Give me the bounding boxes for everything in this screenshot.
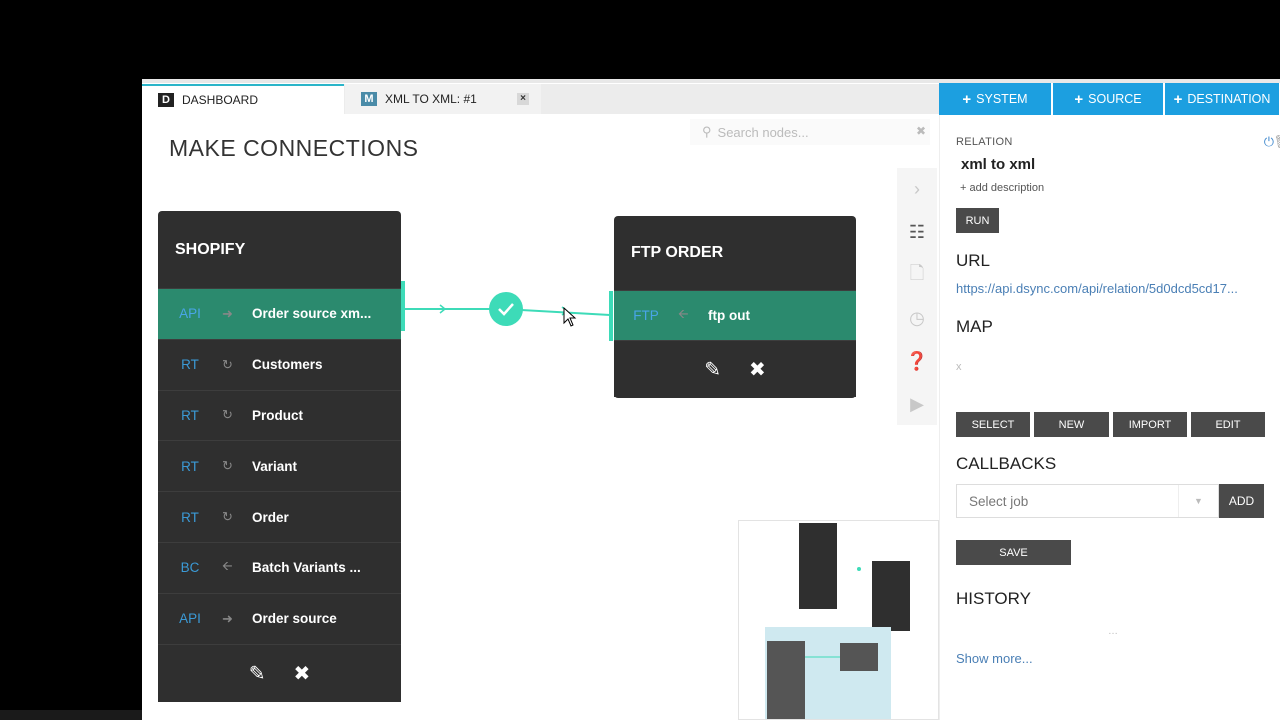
- node-footer: ✎ ✖: [614, 340, 856, 397]
- callbacks-heading: CALLBACKS: [956, 454, 1057, 473]
- node-row[interactable]: API ➜ Order source xm...: [158, 281, 405, 339]
- page-title: MAKE CONNECTIONS: [169, 135, 419, 161]
- connector-handle[interactable]: [609, 291, 613, 341]
- history-heading: HISTORY: [956, 589, 1031, 608]
- chevron-right-icon[interactable]: ›: [897, 168, 937, 211]
- node-row[interactable]: RT ↻ Variant: [158, 440, 401, 491]
- connection-line[interactable]: [400, 284, 614, 334]
- node-row[interactable]: FTP 🡨 ftp out: [609, 290, 856, 341]
- relation-panel: RELATION ⏻ 🗑 xml to xml + add descriptio…: [939, 115, 1280, 720]
- close-tab-icon[interactable]: ×: [517, 93, 529, 105]
- node-footer: ✎ ✖: [158, 643, 401, 702]
- map-value: x: [956, 361, 962, 373]
- connection-status-icon: [489, 292, 523, 326]
- plus-icon: +: [962, 90, 972, 108]
- relation-url[interactable]: https://api.dsync.com/api/relation/5d0dc…: [956, 281, 1238, 296]
- pencil-icon[interactable]: ✎: [249, 661, 266, 686]
- document-icon[interactable]: 🗋: [897, 254, 937, 297]
- trash-icon[interactable]: 🗑: [1273, 134, 1280, 150]
- bottom-bar: [0, 710, 142, 720]
- tab-label: XML TO XML: #1: [385, 92, 477, 106]
- add-description-link[interactable]: + add description: [960, 182, 1044, 194]
- app-window: D DASHBOARD M XML TO XML: #1 × + SYSTEM +…: [142, 79, 1280, 720]
- ftp-order-node[interactable]: FTP ORDER FTP 🡨 ftp out ✎ ✖: [609, 216, 856, 398]
- arrow-left-icon: 🡨: [222, 557, 233, 573]
- connector-handle[interactable]: [401, 281, 405, 331]
- clear-search-icon[interactable]: ✖: [916, 124, 926, 138]
- map-select-button[interactable]: SELECT: [956, 412, 1030, 437]
- tab-dashboard[interactable]: D DASHBOARD: [142, 84, 344, 114]
- close-icon[interactable]: ✖: [749, 357, 766, 382]
- node-row[interactable]: RT ↻ Order: [158, 491, 401, 542]
- add-callback-button[interactable]: ADD: [1219, 484, 1264, 518]
- loading-spinner-icon: …: [1108, 626, 1118, 637]
- play-icon[interactable]: ▶: [897, 383, 937, 426]
- search-nodes-input[interactable]: ⚲ Search nodes... ✖: [690, 119, 930, 145]
- arrow-right-icon: ➜: [222, 305, 233, 321]
- mapping-tab-icon: M: [361, 92, 377, 106]
- refresh-icon: ↻: [222, 356, 233, 372]
- clock-icon[interactable]: ◷: [897, 297, 937, 340]
- arrow-left-icon: 🡨: [678, 305, 689, 321]
- url-heading: URL: [956, 251, 991, 270]
- dashboard-tab-icon: D: [158, 93, 174, 107]
- add-system-button[interactable]: + SYSTEM: [939, 83, 1051, 115]
- search-placeholder: Search nodes...: [717, 124, 809, 140]
- plus-icon: +: [1173, 90, 1183, 108]
- node-row[interactable]: RT ↻ Product: [158, 389, 401, 441]
- node-title: FTP ORDER: [631, 244, 724, 261]
- map-import-button[interactable]: IMPORT: [1113, 412, 1187, 437]
- refresh-icon: ↻: [222, 509, 233, 525]
- refresh-icon: ↻: [222, 407, 233, 423]
- show-more-link[interactable]: Show more...: [956, 651, 1033, 666]
- node-row[interactable]: BC 🡨 Batch Variants ...: [158, 541, 401, 593]
- map-edit-button[interactable]: EDIT: [1191, 412, 1265, 437]
- close-icon[interactable]: ✖: [294, 661, 311, 686]
- select-job-dropdown[interactable]: Select job ▼: [956, 484, 1219, 518]
- minimap[interactable]: [738, 520, 939, 720]
- add-source-button[interactable]: + SOURCE: [1053, 83, 1163, 115]
- arrow-right-icon: ➜: [222, 610, 233, 626]
- mouse-cursor-icon: [563, 307, 577, 327]
- shopify-node[interactable]: SHOPIFY API ➜ Order source xm... RT ↻ Custom…: [158, 211, 405, 702]
- search-icon: ⚲: [702, 124, 712, 139]
- relation-name[interactable]: xml to xml: [961, 156, 1035, 173]
- pencil-icon[interactable]: ✎: [704, 357, 721, 382]
- save-button[interactable]: SAVE: [956, 540, 1071, 565]
- run-button[interactable]: RUN: [956, 208, 999, 233]
- node-title: SHOPIFY: [175, 240, 246, 258]
- help-icon[interactable]: ❓: [897, 340, 937, 383]
- node-row[interactable]: API ➜ Order source: [158, 592, 401, 644]
- map-new-button[interactable]: NEW: [1034, 412, 1109, 437]
- tab-label: DASHBOARD: [182, 93, 259, 107]
- relation-label: RELATION: [956, 136, 1013, 148]
- chevron-down-icon: ▼: [1178, 485, 1218, 517]
- tab-bar: D DASHBOARD M XML TO XML: #1 ×: [142, 84, 939, 114]
- map-heading: MAP: [956, 317, 993, 336]
- node-row[interactable]: RT ↻ Customers: [158, 338, 401, 390]
- plus-icon: +: [1074, 90, 1084, 108]
- tab-xml-to-xml[interactable]: M XML TO XML: #1 ×: [345, 84, 541, 114]
- power-icon[interactable]: ⏻: [1264, 134, 1274, 150]
- add-destination-button[interactable]: + DESTINATION: [1165, 83, 1279, 115]
- top-button-group: + SYSTEM + SOURCE + DESTINATION: [939, 83, 1279, 115]
- tool-sidebar: › ☷ 🗋 ◷ ❓ ▶: [897, 168, 937, 425]
- refresh-icon: ↻: [222, 458, 233, 474]
- sitemap-icon[interactable]: ☷: [897, 211, 937, 254]
